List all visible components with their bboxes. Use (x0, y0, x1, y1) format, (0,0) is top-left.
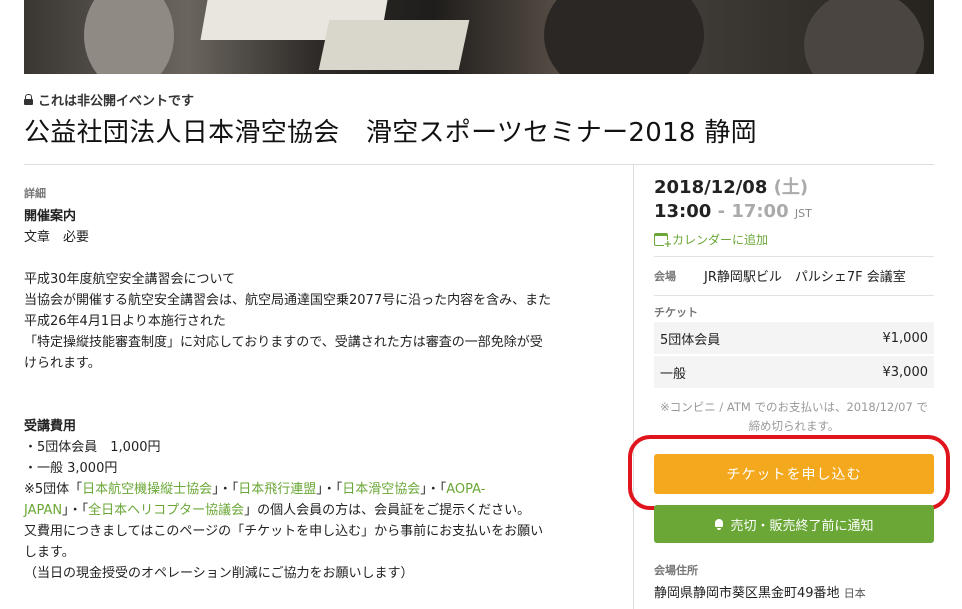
venue-row: 会場 JR静岡駅ビル パルシェ7F 会議室 (654, 266, 934, 285)
add-to-calendar-link[interactable]: カレンダーに追加 (654, 230, 934, 250)
event-date: 2018/12/08 (土) (654, 177, 809, 198)
venue-address: 静岡県静岡市葵区黒金町49番地 日本 (654, 586, 866, 601)
header-divider (24, 164, 934, 165)
event-detail: 詳細 開催案内 文章 必要 平成30年度航空安全講習会について 当協会が開催する… (24, 186, 619, 584)
org-link-aopa[interactable]: AOPA- (446, 482, 485, 497)
payment-deadline-note: ※コンビニ / ATM でのお支払いは、2018/12/07 で 締め切られます… (660, 400, 928, 433)
fee-line: ・一般 3,000円 (24, 461, 118, 476)
private-event-text: これは非公開イベントです (38, 94, 195, 109)
detail-paragraph-line: 平成30年度航空安全講習会について (24, 272, 236, 287)
calendar-plus-icon (654, 232, 672, 250)
member-org-note: ※5団体「日本航空機操縦士協会」・「日本飛行連盟」・「日本滑空協会」・「AOPA… (24, 482, 486, 497)
detail-paragraph-line: 「特定操縦技能審査制度」に対応しておりますので、受講された方は審査の一部免除が受 (24, 335, 543, 350)
event-title: 公益社団法人日本滑空協会 滑空スポーツセミナー2018 静岡 (24, 118, 757, 148)
detail-paragraph-line: けられます。 (24, 356, 101, 371)
member-org-note-cont: JAPAN」・「全日本ヘリコプター協議会」の個人会員の方は、会員証をご提示くださ… (24, 503, 531, 518)
sidebar-divider (654, 295, 934, 296)
ticket-price: ¥3,000 (882, 364, 929, 380)
event-sidebar: 2018/12/08 (土) 13:00 - 17:00 JST カレンダーに追… (654, 176, 934, 250)
ticket-row: 一般 ¥3,000 (654, 356, 934, 388)
ticket-name: 一般 (660, 366, 687, 382)
detail-paragraph-line: 当協会が開催する航空安全講習会は、航空局通達国空乗2077号に沿った内容を含み、… (24, 293, 552, 308)
org-link-jpa[interactable]: 日本航空機操縦士協会 (82, 482, 212, 497)
payment-note: 又費用につきましてはこのページの「チケットを申し込む」から事前にお支払いをお願い (24, 524, 544, 539)
fee-heading: 受講費用 (24, 419, 77, 434)
apply-ticket-button[interactable]: チケットを申し込む (654, 454, 934, 494)
event-time: 13:00 - 17:00 JST (654, 201, 812, 222)
address-label: 会場住所 (654, 564, 698, 577)
detail-paragraph-line: 平成26年4月1日より本施行された (24, 314, 226, 329)
detail-line: 文章 必要 (24, 230, 90, 245)
column-divider (633, 165, 634, 609)
detail-heading: 開催案内 (24, 209, 77, 224)
cooperation-note: （当日の現金授受のオペレーション削減にご協力をお願いします） (24, 566, 414, 581)
ticket-price: ¥1,000 (882, 330, 929, 346)
ticket-label: チケット (654, 306, 698, 319)
venue-value: JR静岡駅ビル パルシェ7F 会議室 (704, 270, 906, 285)
org-link-jfa[interactable]: 日本飛行連盟 (238, 482, 316, 497)
org-link-aopa-cont[interactable]: JAPAN (24, 503, 62, 518)
notify-before-soldout-button[interactable]: 売切・販売終了前に通知 (654, 505, 934, 543)
payment-note-cont: します。 (24, 545, 75, 560)
ticket-name: 5団体会員 (660, 332, 721, 348)
org-link-jhs[interactable]: 全日本ヘリコプター協議会 (88, 503, 244, 518)
venue-label: 会場 (654, 270, 676, 283)
bell-icon (714, 518, 724, 530)
ticket-row: 5団体会員 ¥1,000 (654, 322, 934, 354)
fee-line: ・5団体会員 1,000円 (24, 440, 161, 455)
detail-section-label: 詳細 (24, 187, 46, 200)
event-cover-image (24, 0, 934, 74)
org-link-jsa[interactable]: 日本滑空協会 (342, 482, 420, 497)
lock-icon (24, 94, 33, 105)
sidebar-divider (654, 256, 934, 257)
private-event-notice: これは非公開イベントです (24, 90, 194, 109)
